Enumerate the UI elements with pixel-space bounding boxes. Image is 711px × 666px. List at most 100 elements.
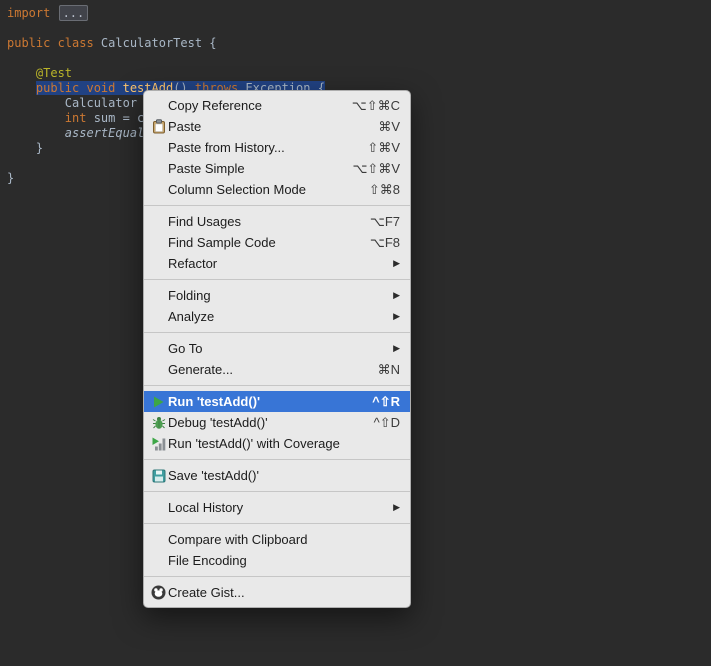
menu-item-shortcut: ⇧⌘8 [368,181,400,197]
code-line[interactable]: @Test [7,66,711,81]
menu-icon-spacer [150,553,167,569]
gist-icon [150,585,167,601]
menu-icon-spacer [150,362,167,378]
menu-item-paste-from-history[interactable]: Paste from History... ⇧⌘V [144,137,410,158]
debug-icon [150,415,167,431]
menu-item-shortcut: ^⇧D [373,414,400,430]
code-token-plain: Calculator [64,96,138,110]
menu-item-label: Analyze [168,309,215,324]
save-icon [150,468,167,484]
menu-separator [144,523,410,524]
menu-item-label: Find Sample Code [168,235,276,250]
menu-icon-spacer [150,214,167,230]
menu-item-analyze[interactable]: Analyze ▶ [144,306,410,327]
code-line[interactable]: import ... [7,5,711,21]
menu-item-find-sample-code[interactable]: Find Sample Code ⌥F8 [144,232,410,253]
submenu-arrow-icon: ▶ [393,290,400,300]
menu-item-label: Compare with Clipboard [168,532,308,547]
code-text: assertEqual [65,126,144,140]
menu-item-label: Debug 'testAdd()' [168,415,268,430]
menu-item-refactor[interactable]: Refactor ▶ [144,253,410,274]
code-text: int sum = c [65,111,144,125]
menu-item-debug-testadd[interactable]: Debug 'testAdd()' ^⇧D [144,412,410,433]
code-token-plain: } [35,141,44,155]
code-fold-ellipsis[interactable]: ... [58,5,89,21]
code-token-plain: CalculatorTest { [100,36,217,50]
menu-item-paste-simple[interactable]: Paste Simple ⌥⇧⌘V [144,158,410,179]
menu-item-shortcut: ⇧⌘V [367,139,400,155]
menu-item-label: Create Gist... [168,585,245,600]
menu-item-label: Generate... [168,362,234,377]
code-text: Calculator [65,96,137,110]
menu-icon-spacer [150,341,167,357]
menu-item-shortcut: ⌥F8 [369,234,400,250]
menu-item-copy-reference[interactable]: Copy Reference ⌥⇧⌘C [144,95,410,116]
menu-item-label: Paste from History... [168,140,285,155]
menu-item-create-gist[interactable]: Create Gist... [144,582,410,603]
menu-icon-spacer [150,182,167,198]
code-text: } [7,171,14,185]
menu-item-shortcut: ⌘N [377,361,400,377]
code-text: } [36,141,43,155]
menu-icon-spacer [150,256,167,272]
menu-item-find-usages[interactable]: Find Usages ⌥F7 [144,211,410,232]
menu-item-shortcut: ⌥F7 [369,213,400,229]
code-token-plain: sum = c [86,111,145,125]
editor-context-menu: Copy Reference ⌥⇧⌘C Paste ⌘V Paste from Hist… [143,90,411,608]
menu-item-paste[interactable]: Paste ⌘V [144,116,410,137]
submenu-arrow-icon: ▶ [393,343,400,353]
menu-separator [144,332,410,333]
code-token-annotation: @Test [35,66,73,80]
submenu-arrow-icon: ▶ [393,311,400,321]
menu-item-file-encoding[interactable]: File Encoding [144,550,410,571]
code-line[interactable]: public class CalculatorTest { [7,36,711,51]
menu-item-label: Run 'testAdd()' with Coverage [168,436,340,451]
menu-item-local-history[interactable]: Local History ▶ [144,497,410,518]
menu-item-run-testadd[interactable]: Run 'testAdd()' ^⇧R [144,391,410,412]
paste-icon [150,119,167,135]
code-token-keyword: public class [7,36,101,50]
ide-window: import ... public class CalculatorTest { … [0,0,711,666]
code-token-plain: } [7,171,15,185]
menu-item-label: Paste [168,119,202,134]
menu-icon-spacer [150,288,167,304]
menu-item-label: Local History [168,500,244,515]
menu-separator [144,279,410,280]
menu-item-go-to[interactable]: Go To ▶ [144,338,410,359]
code-text: public class CalculatorTest { [7,36,217,50]
menu-item-label: Folding [168,288,211,303]
menu-item-shortcut: ^⇧R [372,393,400,409]
code-line[interactable] [7,51,711,66]
menu-item-label: Go To [168,341,203,356]
menu-separator [144,205,410,206]
menu-item-column-selection-mode[interactable]: Column Selection Mode ⇧⌘8 [144,179,410,200]
menu-item-compare-with-clipboard[interactable]: Compare with Clipboard [144,529,410,550]
menu-icon-spacer [150,235,167,251]
menu-item-generate[interactable]: Generate... ⌘N [144,359,410,380]
menu-icon-spacer [150,309,167,325]
menu-item-run-testadd-with-coverage[interactable]: Run 'testAdd()' with Coverage [144,433,410,454]
menu-item-label: Copy Reference [168,98,262,113]
submenu-arrow-icon: ▶ [393,258,400,268]
code-text: import ... [7,5,89,21]
menu-icon-spacer [150,500,167,516]
menu-item-label: Refactor [168,256,218,271]
menu-icon-spacer [150,140,167,156]
menu-item-label: File Encoding [168,553,247,568]
code-line[interactable] [7,21,711,36]
code-text: @Test [36,66,72,80]
menu-icon-spacer [150,161,167,177]
coverage-icon [150,436,167,452]
menu-separator [144,491,410,492]
menu-item-label: Paste Simple [168,161,245,176]
code-token-italic: assertEqual [64,126,145,140]
menu-item-save-testadd[interactable]: Save 'testAdd()' [144,465,410,486]
menu-separator [144,385,410,386]
menu-item-shortcut: ⌘V [378,118,400,134]
menu-item-folding[interactable]: Folding ▶ [144,285,410,306]
